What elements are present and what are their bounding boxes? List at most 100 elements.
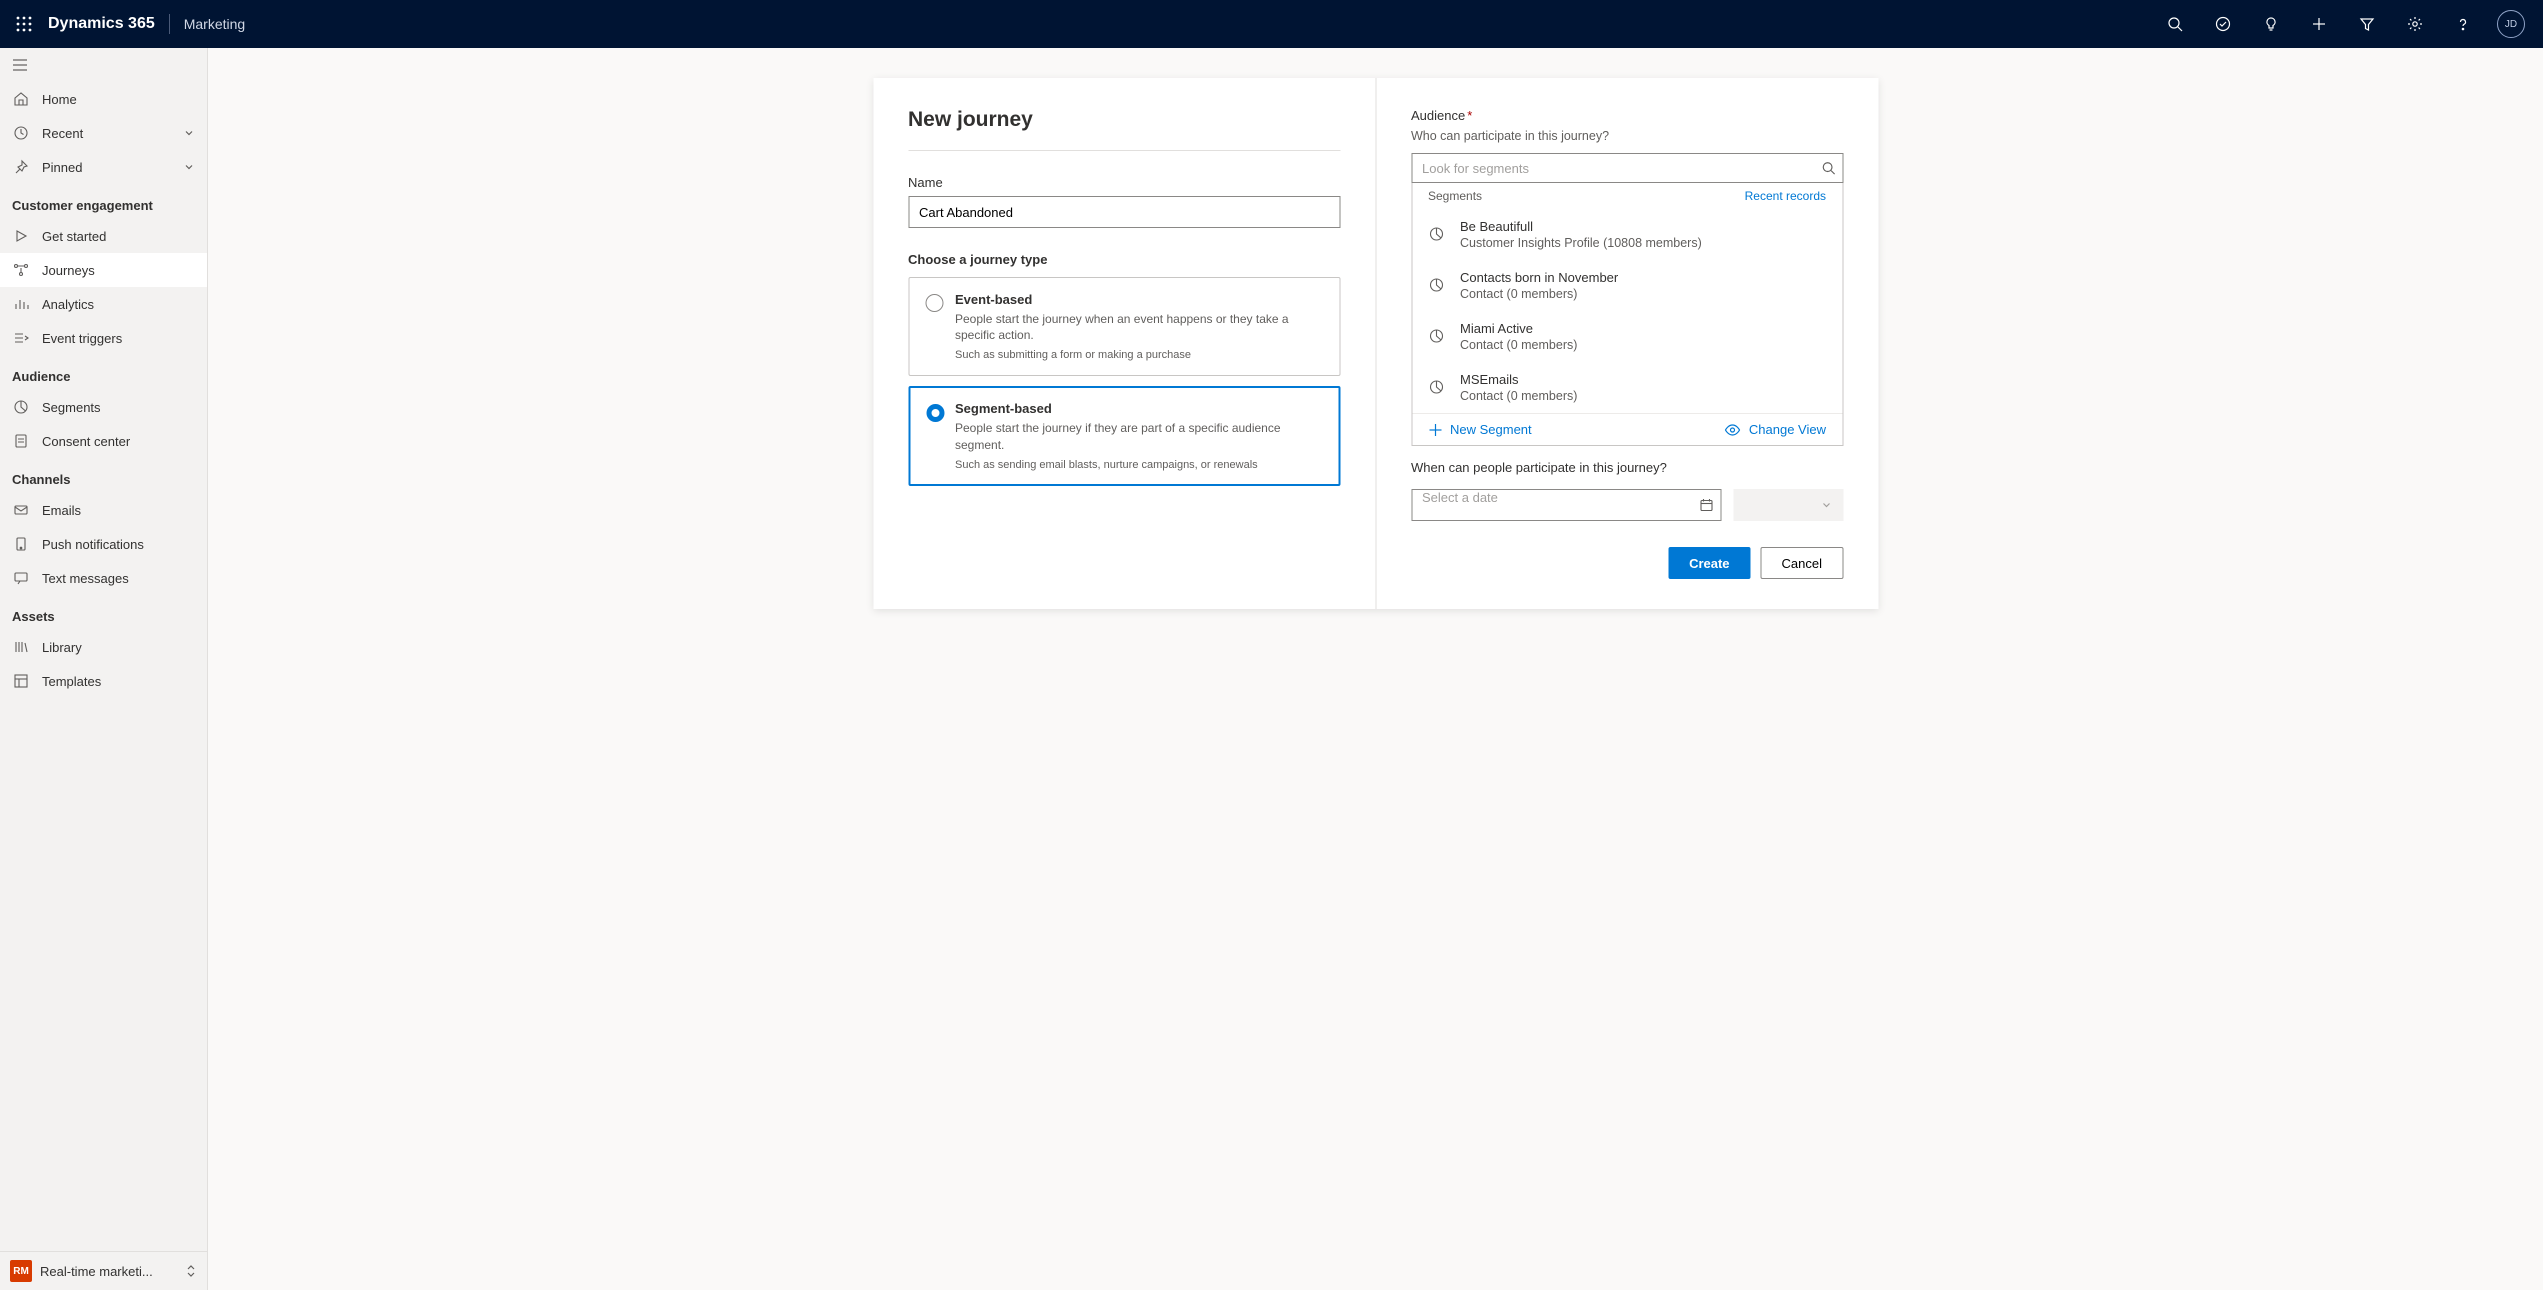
time-select-disabled <box>1733 489 1843 521</box>
new-segment-label: New Segment <box>1450 422 1532 437</box>
audience-label-text: Audience <box>1411 108 1465 123</box>
clock-icon <box>12 124 30 142</box>
module-name[interactable]: Marketing <box>184 16 245 32</box>
sidebar-item-home[interactable]: Home <box>0 82 207 116</box>
nav-filter-button[interactable] <box>2343 0 2391 48</box>
option-title: Event-based <box>955 292 1323 307</box>
new-journey-dialog: New journey Name Choose a journey type E… <box>873 78 1878 609</box>
plus-icon <box>1428 423 1442 437</box>
filter-icon <box>2359 16 2375 32</box>
sidebar-section-assets: Assets <box>0 595 207 630</box>
journey-type-segment-based[interactable]: Segment-based People start the journey i… <box>908 386 1340 485</box>
sidebar-item-analytics[interactable]: Analytics <box>0 287 207 321</box>
nav-settings-button[interactable] <box>2391 0 2439 48</box>
sidebar-item-label: Library <box>42 640 82 655</box>
sidebar-item-label: Consent center <box>42 434 130 449</box>
sidebar-item-segments[interactable]: Segments <box>0 390 207 424</box>
sidebar-item-journeys[interactable]: Journeys <box>0 253 207 287</box>
lightbulb-icon <box>2263 16 2279 32</box>
trigger-icon <box>12 329 30 347</box>
nav-add-button[interactable] <box>2295 0 2343 48</box>
journey-type-event-based[interactable]: Event-based People start the journey whe… <box>908 277 1340 376</box>
sidebar-item-label: Templates <box>42 674 101 689</box>
change-view-button[interactable]: Change View <box>1725 422 1826 437</box>
segment-meta: Contact (0 members) <box>1460 389 1577 403</box>
sidebar-item-text-messages[interactable]: Text messages <box>0 561 207 595</box>
chevron-down-icon <box>183 127 195 139</box>
cancel-button[interactable]: Cancel <box>1761 547 1843 579</box>
sidebar-item-event-triggers[interactable]: Event triggers <box>0 321 207 355</box>
sidebar-item-templates[interactable]: Templates <box>0 664 207 698</box>
segment-list-item[interactable]: Miami Active Contact (0 members) <box>1412 311 1842 362</box>
segment-name: Miami Active <box>1460 321 1577 336</box>
journey-type-label: Choose a journey type <box>908 252 1340 267</box>
create-button[interactable]: Create <box>1668 547 1750 579</box>
sidebar-item-consent-center[interactable]: Consent center <box>0 424 207 458</box>
segment-meta: Customer Insights Profile (10808 members… <box>1460 236 1702 250</box>
message-icon <box>12 569 30 587</box>
segment-name: Contacts born in November <box>1460 270 1618 285</box>
recent-records-link[interactable]: Recent records <box>1745 189 1826 203</box>
segment-icon <box>1428 226 1446 244</box>
when-label: When can people participate in this jour… <box>1411 460 1843 475</box>
waffle-icon <box>16 16 32 32</box>
app-launcher-waffle[interactable] <box>8 8 40 40</box>
segment-name: MSEmails <box>1460 372 1577 387</box>
nav-search-button[interactable] <box>2151 0 2199 48</box>
option-description: People start the journey if they are par… <box>955 420 1323 452</box>
calendar-icon <box>1699 498 1713 512</box>
sidebar-item-label: Push notifications <box>42 537 144 552</box>
segment-icon <box>1428 328 1446 346</box>
help-icon <box>2455 16 2471 32</box>
change-view-label: Change View <box>1749 422 1826 437</box>
radio-icon <box>926 404 944 422</box>
segment-search-input[interactable] <box>1411 153 1843 183</box>
user-avatar[interactable]: JD <box>2497 10 2525 38</box>
segment-list-item[interactable]: MSEmails Contact (0 members) <box>1412 362 1842 413</box>
sidebar-item-recent[interactable]: Recent <box>0 116 207 150</box>
sidebar-item-label: Get started <box>42 229 106 244</box>
sidebar-item-label: Text messages <box>42 571 129 586</box>
chevron-down-icon <box>1820 499 1832 511</box>
segment-meta: Contact (0 members) <box>1460 338 1577 352</box>
date-picker[interactable]: Select a date <box>1411 489 1721 521</box>
segment-meta: Contact (0 members) <box>1460 287 1618 301</box>
segment-name: Be Beautifull <box>1460 219 1702 234</box>
segment-list[interactable]: Be Beautifull Customer Insights Profile (… <box>1412 209 1842 413</box>
date-placeholder-text: Select a date <box>1411 489 1721 521</box>
template-icon <box>12 672 30 690</box>
nav-task-button[interactable] <box>2199 0 2247 48</box>
area-switcher[interactable]: RM Real-time marketi... <box>0 1251 207 1290</box>
area-name-label: Real-time marketi... <box>40 1264 185 1279</box>
sidebar-item-push-notifications[interactable]: Push notifications <box>0 527 207 561</box>
push-icon <box>12 535 30 553</box>
brand-name: Dynamics 365 <box>48 15 155 33</box>
sidebar-section-audience: Audience <box>0 355 207 390</box>
area-badge: RM <box>10 1260 32 1282</box>
nav-insights-button[interactable] <box>2247 0 2295 48</box>
radio-icon <box>925 294 943 312</box>
gear-icon <box>2407 16 2423 32</box>
sidebar-item-library[interactable]: Library <box>0 630 207 664</box>
new-segment-button[interactable]: New Segment <box>1428 422 1532 437</box>
search-icon <box>2167 16 2183 32</box>
chevron-down-icon <box>183 161 195 173</box>
pin-icon <box>12 158 30 176</box>
sidebar-item-emails[interactable]: Emails <box>0 493 207 527</box>
nav-help-button[interactable] <box>2439 0 2487 48</box>
segment-list-item[interactable]: Be Beautifull Customer Insights Profile (… <box>1412 209 1842 260</box>
task-check-icon <box>2215 16 2231 32</box>
sidebar-item-label: Recent <box>42 126 83 141</box>
analytics-icon <box>12 295 30 313</box>
left-sidebar: Home Recent Pinned Customer engagement G… <box>0 48 208 1290</box>
eye-icon <box>1725 423 1741 437</box>
sidebar-section-customer-engagement: Customer engagement <box>0 184 207 219</box>
sidebar-item-label: Pinned <box>42 160 82 175</box>
sidebar-item-pinned[interactable]: Pinned <box>0 150 207 184</box>
journey-name-input[interactable] <box>908 196 1340 228</box>
sidebar-item-get-started[interactable]: Get started <box>0 219 207 253</box>
sidebar-item-label: Journeys <box>42 263 95 278</box>
segment-list-item[interactable]: Contacts born in November Contact (0 memb… <box>1412 260 1842 311</box>
option-example: Such as sending email blasts, nurture ca… <box>955 459 1323 471</box>
sidebar-collapse-button[interactable] <box>0 48 207 82</box>
